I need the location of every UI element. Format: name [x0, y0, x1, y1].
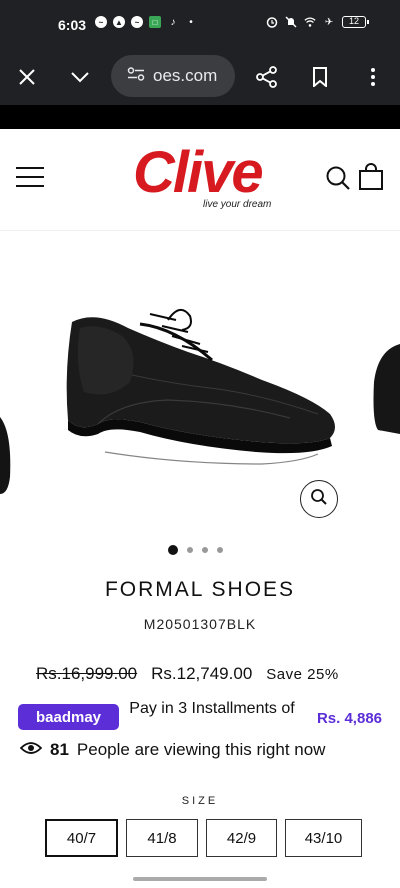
product-image[interactable]: [0, 232, 400, 532]
sale-price: Rs.12,749.00: [151, 664, 253, 683]
size-label: SIZE: [181, 795, 219, 807]
price-row: Rs.16,999.00 Rs.12,749.00 Save 25%: [36, 664, 339, 684]
carousel-dot[interactable]: [202, 547, 208, 553]
site-header: Clive live your dream: [0, 129, 400, 231]
battery-icon: 12: [342, 16, 369, 28]
menu-icon[interactable]: [16, 167, 44, 189]
product-title: FORMAL SHOES: [104, 578, 296, 601]
gesture-nav-bar: [0, 868, 400, 888]
app-icon: □: [149, 16, 161, 28]
tiktok-icon: ♪: [170, 16, 176, 28]
baadmay-logo: baadmay: [18, 704, 119, 730]
size-selector: 40/7 41/8 42/9 43/10: [45, 819, 362, 857]
logo[interactable]: Clive live your dream: [133, 143, 273, 217]
wifi-icon: [304, 16, 316, 28]
airplane-icon: ✈: [324, 16, 334, 28]
cart-icon[interactable]: [358, 163, 384, 191]
size-option[interactable]: 41/8: [126, 819, 198, 857]
browser-toolbar: oes.com: [0, 50, 400, 105]
live-viewers: 81 People are viewing this right now: [19, 740, 326, 760]
mute-icon: [285, 16, 297, 28]
dot-icon: •: [189, 16, 193, 28]
status-bar: 6:03 ~ ▲ ~ □ ♪ • ✈ 12: [0, 0, 400, 50]
viewer-text: People are viewing this right now: [76, 740, 326, 759]
more-icon[interactable]: [359, 63, 387, 91]
messenger-icon: ~: [95, 16, 107, 28]
size-option[interactable]: 43/10: [285, 819, 362, 857]
logo-text: Clive: [133, 140, 264, 205]
status-time: 6:03: [58, 17, 87, 33]
carousel-dots: [168, 545, 223, 555]
size-option[interactable]: 40/7: [45, 819, 118, 857]
close-icon[interactable]: [13, 63, 41, 91]
share-icon[interactable]: [253, 63, 281, 91]
installment-text: Pay in 3 Installments of: [129, 700, 295, 717]
search-icon[interactable]: [325, 165, 351, 191]
carousel-dot[interactable]: [187, 547, 193, 553]
bookmark-icon[interactable]: [306, 63, 334, 91]
viewer-count: 81: [50, 740, 69, 759]
product-sku: M20501307BLK: [143, 616, 257, 632]
logo-tagline: live your dream: [203, 199, 272, 210]
alarm-icon: [266, 16, 278, 28]
snapchat-icon: ▲: [113, 16, 125, 28]
eye-icon: [19, 740, 43, 760]
discount-badge: Save 25%: [266, 666, 339, 683]
messenger-icon: ~: [131, 16, 143, 28]
size-option[interactable]: 42/9: [206, 819, 277, 857]
zoom-button[interactable]: [300, 480, 338, 518]
url-bar[interactable]: oes.com: [111, 55, 235, 97]
carousel-dot[interactable]: [168, 545, 178, 555]
system-icons: ✈ 12: [266, 16, 369, 28]
installment-widget[interactable]: baadmay Pay in 3 Installments of Rs. 4,8…: [18, 700, 388, 736]
installment-amount: Rs. 4,886: [316, 710, 382, 727]
carousel-dot[interactable]: [217, 547, 223, 553]
url-text: oes.com: [153, 66, 218, 85]
zoom-icon: [310, 488, 328, 511]
chevron-down-icon[interactable]: [66, 63, 94, 91]
original-price: Rs.16,999.00: [36, 664, 138, 683]
announcement-strip: [0, 105, 400, 129]
site-settings-icon[interactable]: [127, 66, 145, 86]
notification-icons: ~ ▲ ~ □ ♪ •: [95, 16, 197, 28]
